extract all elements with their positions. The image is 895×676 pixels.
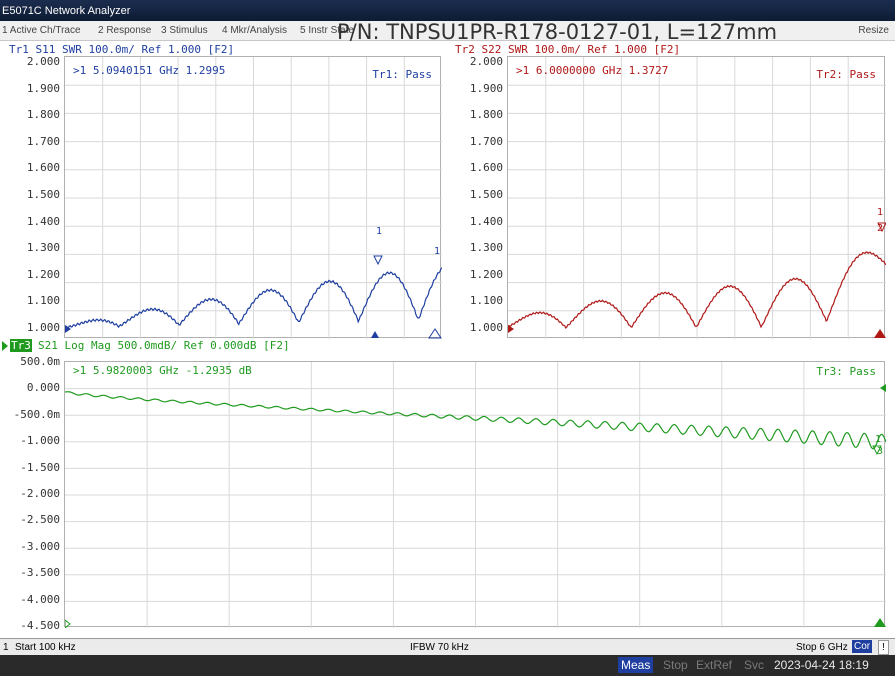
y-tick-label: 1.700 [469, 134, 503, 148]
start-marker-icon [65, 619, 71, 628]
trace3-end-label: 3 [877, 446, 884, 457]
menu-instr-state[interactable]: 5 Instr State [300, 25, 354, 36]
y-tick-label: -3.500 [20, 566, 60, 580]
trace3-plot[interactable]: >1 5.9820003 GHz -1.2935 dB Tr3: Pass 1 … [64, 361, 886, 628]
trace1-marker-label: 1 [376, 226, 383, 237]
window-title: E5071C Network Analyzer [2, 5, 131, 17]
status-bar: 1 Start 100 kHz IFBW 70 kHz Stop 6 GHz C… [0, 638, 895, 656]
trace3-header[interactable]: S21 Log Mag 500.0mdB/ Ref 0.000dB [F2] [38, 339, 290, 352]
trace1-plot[interactable]: >1 5.0940151 GHz 1.2995 Tr1: Pass 1 1 [64, 56, 442, 339]
y-tick-label: 1.100 [469, 294, 503, 308]
trace2-pass-status: Tr2: Pass [816, 68, 876, 81]
y-tick-label: 1.300 [26, 241, 60, 255]
trace2-marker-readout: >1 6.0000000 GHz 1.3727 [516, 64, 669, 77]
channel-number: 1 [3, 642, 9, 653]
menu-response[interactable]: 2 Response [98, 25, 151, 36]
trace3-marker-readout: >1 5.9820003 GHz -1.2935 dB [73, 364, 252, 377]
datetime-display: 2023-04-24 18:19 [774, 658, 869, 672]
trace1-end-label: 1 [434, 246, 441, 257]
y-tick-label: 1.800 [26, 108, 60, 122]
marker-triangle-icon [373, 255, 383, 266]
y-tick-label: -500.0m [13, 407, 60, 421]
ifbw-value[interactable]: IFBW 70 kHz [410, 642, 469, 653]
y-tick-label: 1.200 [26, 267, 60, 281]
trace2-graph [508, 57, 886, 339]
y-tick-label: -1.000 [20, 434, 60, 448]
extref-indicator: ExtRef [696, 658, 733, 672]
y-tick-label: -3.000 [20, 539, 60, 553]
resize-button[interactable]: Resize [858, 25, 889, 36]
trace3-badge[interactable]: Tr3 [10, 339, 32, 352]
y-tick-label: 1.800 [469, 108, 503, 122]
trace3-graph [65, 362, 886, 628]
y-tick-label: 1.500 [26, 188, 60, 201]
trace3-marker-label: 1 [875, 434, 882, 445]
start-frequency[interactable]: Start 100 kHz [15, 642, 76, 653]
y-tick-label: -4.000 [20, 592, 60, 606]
y-tick-label: 1.900 [469, 81, 503, 95]
y-tick-label: 1.600 [26, 161, 60, 175]
trace1-graph [65, 57, 442, 339]
meas-indicator: Meas [618, 657, 654, 673]
y-tick-label: 1.000 [26, 321, 60, 334]
menu-active-ch-trace[interactable]: 1 Active Ch/Trace [2, 25, 81, 36]
menu-mkr-analysis[interactable]: 4 Mkr/Analysis [222, 25, 287, 36]
y-tick-label: -2.000 [20, 487, 60, 500]
reference-marker-icon [880, 384, 886, 392]
y-tick-label: 500.0m [20, 355, 60, 368]
marker-triangle-icon [428, 328, 442, 339]
active-trace-arrow-icon [2, 341, 8, 351]
marker-triangle-icon [371, 331, 379, 338]
y-tick-label: 0.000 [26, 381, 60, 395]
y-tick-label: -4.500 [20, 619, 60, 632]
trace2-plot[interactable]: >1 6.0000000 GHz 1.3727 Tr2: Pass 1 2 [507, 56, 886, 339]
y-tick-label: 1.400 [26, 214, 60, 228]
y-tick-label: 1.600 [469, 161, 503, 175]
menu-stimulus[interactable]: 3 Stimulus [161, 25, 208, 36]
svc-indicator: Svc [744, 658, 765, 672]
trace1-marker-readout: >1 5.0940151 GHz 1.2995 [73, 64, 226, 77]
trace2-marker-label: 1 [877, 207, 884, 218]
y-tick-label: -1.500 [20, 460, 60, 474]
trace3-pass-status: Tr3: Pass [816, 365, 876, 378]
marker-triangle-icon [874, 329, 886, 338]
y-tick-label: 1.700 [26, 134, 60, 148]
y-tick-label: 1.300 [469, 241, 503, 255]
y-tick-label: 2.000 [469, 55, 503, 68]
trace1-pass-status: Tr1: Pass [372, 68, 432, 81]
y-tick-label: 2.000 [26, 55, 60, 68]
y-tick-label: 1.900 [26, 81, 60, 95]
y-tick-label: 1.400 [469, 214, 503, 228]
correction-badge: Cor [852, 640, 873, 653]
y-tick-label: 1.500 [469, 188, 503, 201]
y-tick-label: 1.100 [26, 294, 60, 308]
y-tick-label: 1.200 [469, 267, 503, 281]
menu-bar: 1 Active Ch/Trace 2 Response 3 Stimulus … [0, 21, 895, 41]
warning-indicator: ! [878, 640, 889, 655]
stop-indicator: Stop [663, 658, 688, 672]
marker-triangle-icon [874, 618, 886, 627]
y-tick-label: 1.000 [469, 321, 503, 334]
trace2-end-label: 2 [877, 223, 884, 234]
y-tick-label: -2.500 [20, 513, 60, 527]
stop-frequency[interactable]: Stop 6 GHz [796, 642, 848, 653]
instrument-status-bar: Meas Stop ExtRef Svc 2023-04-24 18:19 [0, 655, 895, 676]
window-titlebar: E5071C Network Analyzer [0, 0, 895, 21]
